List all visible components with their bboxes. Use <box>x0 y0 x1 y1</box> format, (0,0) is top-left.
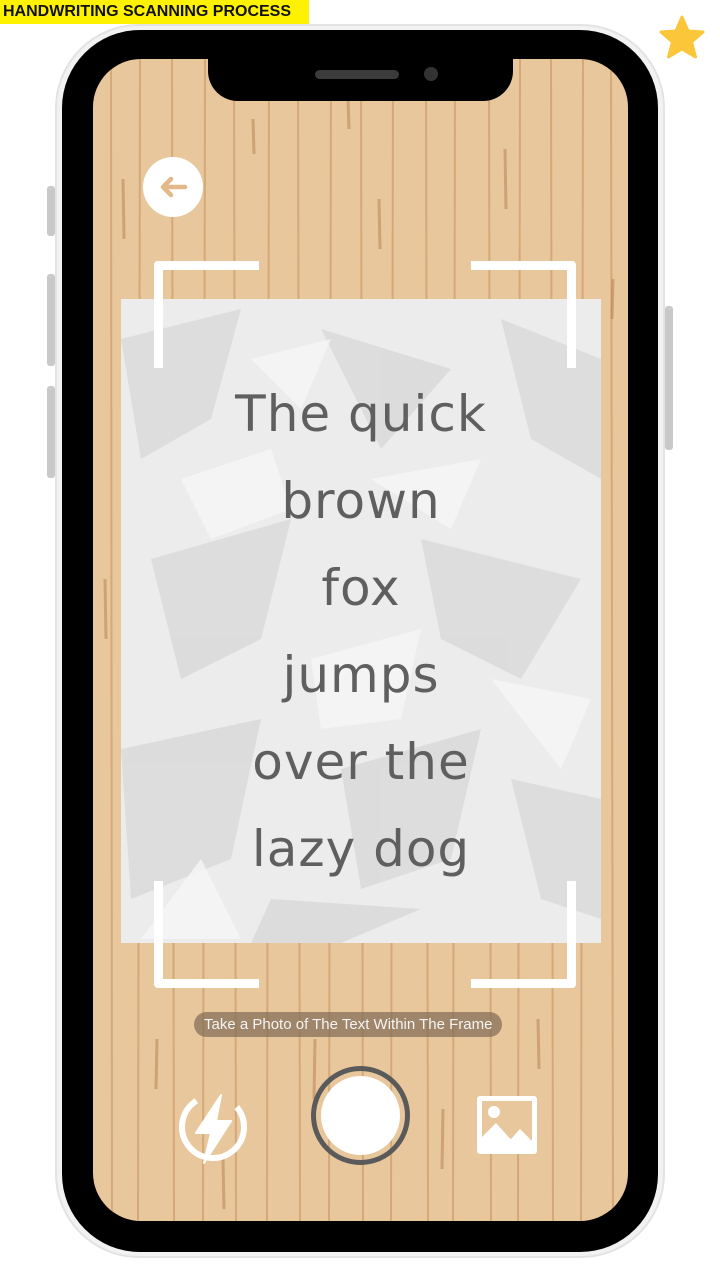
volume-down-button <box>47 386 55 478</box>
page-title-banner: HANDWRITING SCANNING PROCESS <box>0 0 309 24</box>
notch <box>208 59 513 101</box>
frame-corner-bottom-left <box>154 881 259 988</box>
frame-corner-top-right <box>471 261 576 368</box>
shutter-inner <box>321 1076 400 1155</box>
back-button[interactable] <box>143 157 203 217</box>
back-arrow-icon <box>160 176 188 198</box>
handwritten-text: The quick brown fox jumps over the lazy … <box>121 371 601 893</box>
mute-switch <box>47 186 55 236</box>
star-icon <box>659 15 705 59</box>
text-line: lazy dog <box>251 820 471 878</box>
text-line: over the <box>252 733 470 791</box>
scanned-paper: The quick brown fox jumps over the lazy … <box>121 299 601 943</box>
camera-screen: The quick brown fox jumps over the lazy … <box>93 59 628 1221</box>
power-button <box>665 306 673 450</box>
frame-corner-top-left <box>154 261 259 368</box>
gallery-icon[interactable] <box>474 1093 540 1157</box>
speaker-grille <box>315 70 399 79</box>
capture-hint: Take a Photo of The Text Within The Fram… <box>194 1012 503 1037</box>
text-line: brown <box>281 472 441 530</box>
text-line: The quick <box>235 385 487 443</box>
front-camera <box>424 67 438 81</box>
flash-button[interactable] <box>177 1087 249 1167</box>
text-line: fox <box>321 559 401 617</box>
volume-up-button <box>47 274 55 366</box>
shutter-button[interactable] <box>311 1066 410 1165</box>
text-line: jumps <box>282 646 440 704</box>
frame-corner-bottom-right <box>471 881 576 988</box>
